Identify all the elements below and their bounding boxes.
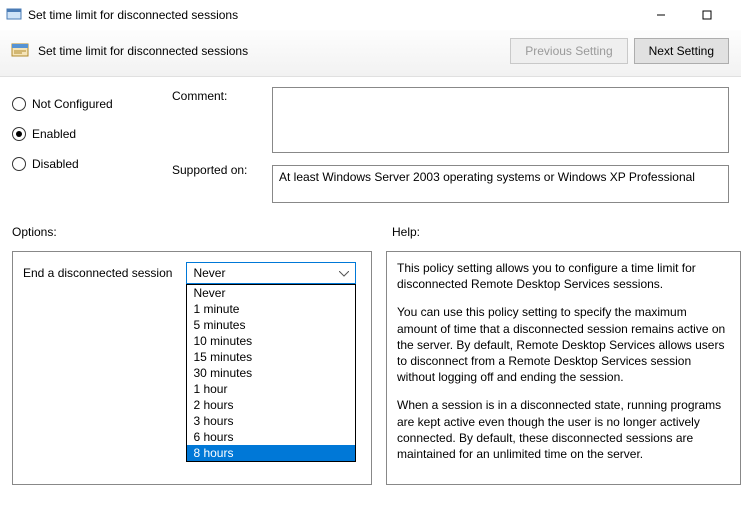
end-session-select[interactable]: Never Never1 minute5 minutes10 minutes15… [186,262,356,284]
dropdown-item[interactable]: 8 hours [187,445,355,461]
dropdown-item[interactable]: 3 hours [187,413,355,429]
gpedit-icon [6,7,22,23]
help-paragraph: This policy setting allows you to config… [397,260,730,292]
dropdown-item[interactable]: 5 minutes [187,317,355,333]
comment-label: Comment: [172,87,272,155]
radio-icon [12,157,26,171]
window-controls [647,5,735,25]
previous-setting-button[interactable]: Previous Setting [510,38,627,64]
radio-icon [12,97,26,111]
window-title: Set time limit for disconnected sessions [28,8,647,22]
dropdown-item[interactable]: Never [187,285,355,301]
radio-label: Enabled [32,127,76,141]
next-setting-button[interactable]: Next Setting [634,38,729,64]
radio-disabled[interactable]: Disabled [12,157,172,171]
radio-icon [12,127,26,141]
supported-on-text: At least Windows Server 2003 operating s… [272,165,729,203]
help-pane: This policy setting allows you to config… [386,251,741,485]
supported-on-label: Supported on: [172,155,272,177]
titlebar: Set time limit for disconnected sessions [0,0,741,30]
section-labels: Options: Help: [0,211,741,245]
bottom-row: End a disconnected session Never Never1 … [0,245,741,485]
radio-label: Not Configured [32,97,113,111]
radio-enabled[interactable]: Enabled [12,127,172,141]
chevron-down-icon [339,266,349,280]
dropdown-item[interactable]: 10 minutes [187,333,355,349]
end-session-label: End a disconnected session [23,266,172,280]
dropdown-item[interactable]: 30 minutes [187,365,355,381]
radio-label: Disabled [32,157,79,171]
state-column: Not Configured Enabled Disabled [12,87,172,203]
dropdown-item[interactable]: 2 hours [187,397,355,413]
options-label: Options: [12,225,392,239]
config-area: Not Configured Enabled Disabled Comment:… [0,77,741,211]
help-paragraph: When a session is in a disconnected stat… [397,397,730,462]
comment-input[interactable] [272,87,729,153]
header-row: Set time limit for disconnected sessions… [0,30,741,77]
minimize-button[interactable] [647,5,675,25]
dropdown-item[interactable]: 1 hour [187,381,355,397]
radio-not-configured[interactable]: Not Configured [12,97,172,111]
dropdown-list[interactable]: Never1 minute5 minutes10 minutes15 minut… [186,284,356,462]
policy-icon [10,41,30,61]
fields-column: At least Windows Server 2003 operating s… [272,87,731,203]
dropdown-item[interactable]: 15 minutes [187,349,355,365]
options-pane: End a disconnected session Never Never1 … [12,251,372,485]
labels-column: Comment: Supported on: [172,87,272,203]
select-value: Never [193,266,225,280]
header-title: Set time limit for disconnected sessions [38,44,510,58]
dropdown-item[interactable]: 6 hours [187,429,355,445]
help-paragraph: You can use this policy setting to speci… [397,304,730,385]
dropdown-item[interactable]: 1 minute [187,301,355,317]
maximize-button[interactable] [693,5,721,25]
select-display[interactable]: Never [186,262,356,284]
help-label: Help: [392,225,420,239]
